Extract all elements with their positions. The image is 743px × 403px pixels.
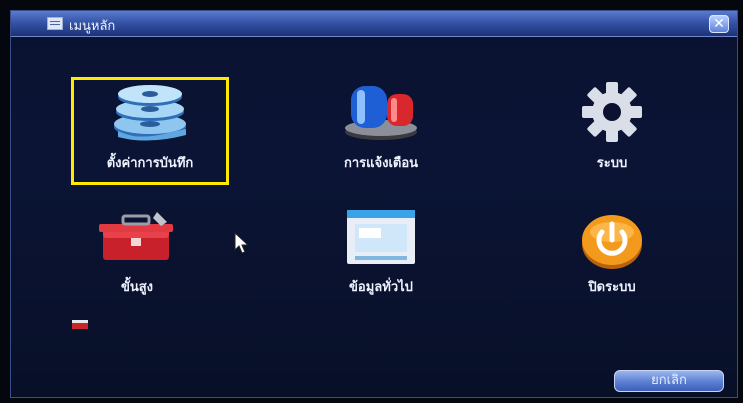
power-icon [582,215,642,269]
menu-item-label: ข้อมูลทั่วไป [349,280,413,295]
menu-item-label: การแจ้งเตือน [343,156,419,171]
menu-icon [47,17,63,30]
menu-item-label: ขั้นสูง [120,280,154,295]
dvr-screen: เมนูหลัก ✕ ตั้งค่าการบันทึก การแจ้งเตือน… [0,0,743,403]
menu-item-alarm[interactable]: การแจ้งเตือน [306,78,456,178]
cancel-button[interactable]: ยกเลิก [614,370,724,392]
menu-item-label: ปิดระบบ [588,280,636,295]
menu-item-label: ตั้งค่าการบันทึก [106,156,194,171]
film-reels-icon [114,85,186,141]
info-window-icon [347,210,415,264]
menu-item-record-settings[interactable]: ตั้งค่าการบันทึก [75,78,225,178]
siren-icon [345,86,417,140]
toolbox-icon [99,212,173,260]
main-menu-window: เมนูหลัก ✕ [10,10,738,398]
menu-item-info[interactable]: ข้อมูลทั่วไป [306,206,456,306]
menu-item-label: ระบบ [596,156,628,171]
menu-item-system[interactable]: ระบบ [537,78,687,178]
close-button[interactable]: ✕ [709,15,729,33]
title-bar: เมนูหลัก ✕ [11,11,737,37]
status-indicator [72,320,88,329]
menu-item-advanced[interactable]: ขั้นสูง [62,206,212,306]
window-title: เมนูหลัก [69,19,116,34]
gear-icon [582,82,642,142]
menu-item-shutdown[interactable]: ปิดระบบ [537,206,687,306]
mouse-cursor-icon [234,232,250,254]
